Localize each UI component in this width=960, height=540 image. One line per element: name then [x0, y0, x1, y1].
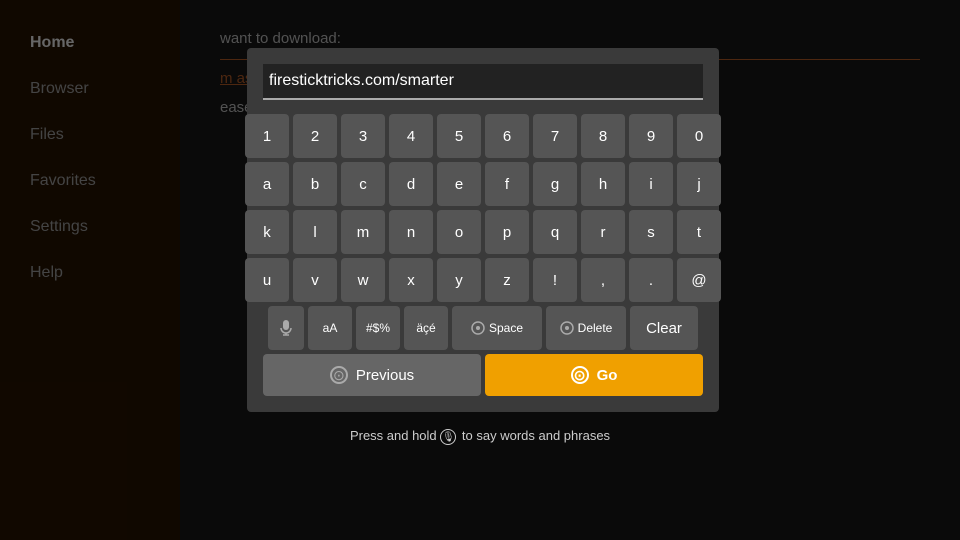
case-toggle-key[interactable]: aA — [308, 306, 352, 350]
key-m[interactable]: m — [341, 210, 385, 254]
key-4[interactable]: 4 — [389, 114, 433, 158]
key-d[interactable]: d — [389, 162, 433, 206]
key-p[interactable]: p — [485, 210, 529, 254]
key-a[interactable]: a — [245, 162, 289, 206]
key-row-special: aA #$% äçé Space Delete Clear — [263, 306, 703, 350]
mic-key[interactable] — [268, 306, 304, 350]
key-9[interactable]: 9 — [629, 114, 673, 158]
key-i[interactable]: i — [629, 162, 673, 206]
key-t[interactable]: t — [677, 210, 721, 254]
delete-key[interactable]: Delete — [546, 306, 626, 350]
key-2[interactable]: 2 — [293, 114, 337, 158]
hint-text: Press and hold 🎙 to say words and phrase… — [0, 428, 960, 445]
key-1[interactable]: 1 — [245, 114, 289, 158]
space-key[interactable]: Space — [452, 306, 542, 350]
hint-mic-icon: 🎙 — [440, 429, 456, 445]
key-at[interactable]: @ — [677, 258, 721, 302]
keyboard-dialog: 1 2 3 4 5 6 7 8 9 0 a b c d e f g h i j … — [247, 48, 719, 412]
key-b[interactable]: b — [293, 162, 337, 206]
clear-key[interactable]: Clear — [630, 306, 698, 350]
symbols-key[interactable]: #$% — [356, 306, 400, 350]
key-x[interactable]: x — [389, 258, 433, 302]
key-g[interactable]: g — [533, 162, 577, 206]
key-s[interactable]: s — [629, 210, 673, 254]
key-e[interactable]: e — [437, 162, 481, 206]
key-row-letters-1: a b c d e f g h i j — [263, 162, 703, 206]
key-5[interactable]: 5 — [437, 114, 481, 158]
key-3[interactable]: 3 — [341, 114, 385, 158]
key-6[interactable]: 6 — [485, 114, 529, 158]
key-h[interactable]: h — [581, 162, 625, 206]
accents-key[interactable]: äçé — [404, 306, 448, 350]
key-exclaim[interactable]: ! — [533, 258, 577, 302]
key-y[interactable]: y — [437, 258, 481, 302]
key-u[interactable]: u — [245, 258, 289, 302]
key-7[interactable]: 7 — [533, 114, 577, 158]
key-c[interactable]: c — [341, 162, 385, 206]
url-input[interactable] — [263, 64, 703, 100]
key-v[interactable]: v — [293, 258, 337, 302]
key-o[interactable]: o — [437, 210, 481, 254]
key-comma[interactable]: , — [581, 258, 625, 302]
key-r[interactable]: r — [581, 210, 625, 254]
key-k[interactable]: k — [245, 210, 289, 254]
previous-button[interactable]: Previous — [263, 354, 481, 396]
go-button[interactable]: Go — [485, 354, 703, 396]
key-w[interactable]: w — [341, 258, 385, 302]
key-row-numbers: 1 2 3 4 5 6 7 8 9 0 — [263, 114, 703, 158]
key-z[interactable]: z — [485, 258, 529, 302]
action-row: Previous Go — [263, 354, 703, 396]
key-0[interactable]: 0 — [677, 114, 721, 158]
key-q[interactable]: q — [533, 210, 577, 254]
key-n[interactable]: n — [389, 210, 433, 254]
go-icon — [571, 366, 589, 384]
keyboard: 1 2 3 4 5 6 7 8 9 0 a b c d e f g h i j … — [263, 114, 703, 350]
previous-icon — [330, 366, 348, 384]
key-period[interactable]: . — [629, 258, 673, 302]
key-f[interactable]: f — [485, 162, 529, 206]
key-j[interactable]: j — [677, 162, 721, 206]
key-row-letters-3: u v w x y z ! , . @ — [263, 258, 703, 302]
key-row-letters-2: k l m n o p q r s t — [263, 210, 703, 254]
key-l[interactable]: l — [293, 210, 337, 254]
key-8[interactable]: 8 — [581, 114, 625, 158]
